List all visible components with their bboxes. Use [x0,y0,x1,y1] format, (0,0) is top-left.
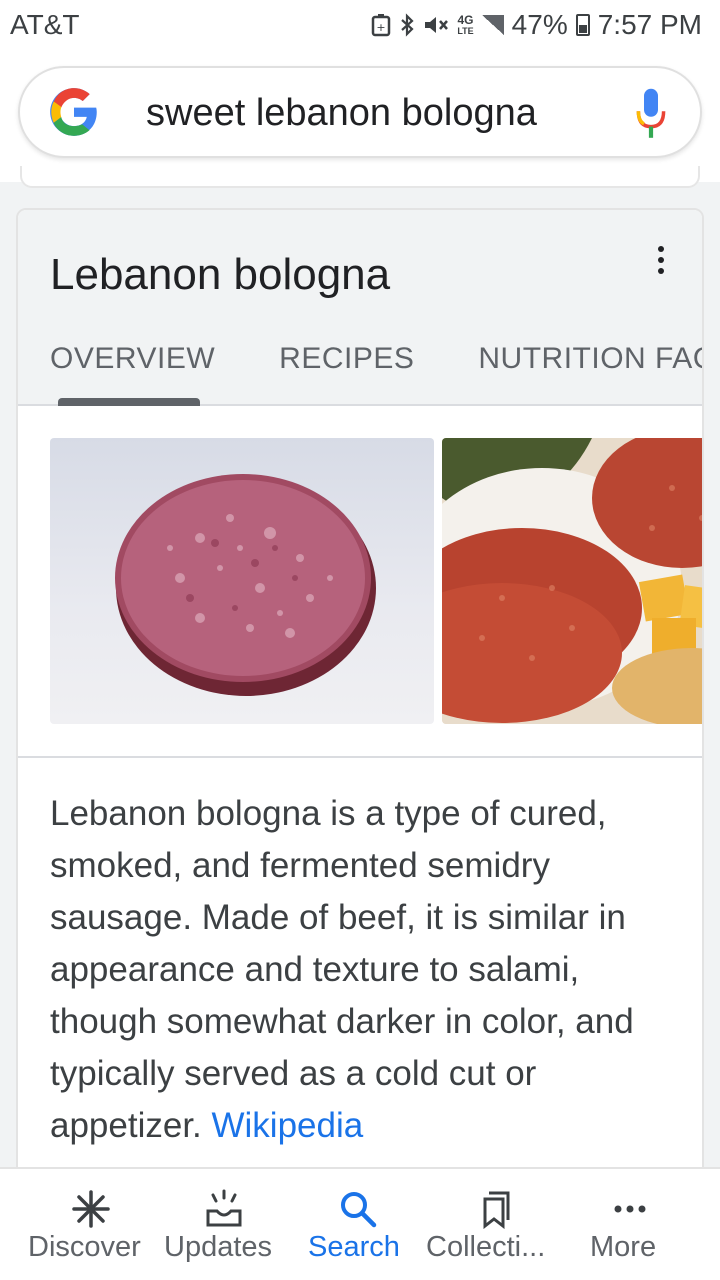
nav-search[interactable]: Search [308,1169,410,1280]
nav-more[interactable]: More [590,1169,670,1280]
mute-icon [423,13,449,37]
bologna-round-image[interactable] [50,438,434,724]
description-text: Lebanon bologna is a type of cured, smok… [50,788,680,1152]
data-saver-icon: + [371,13,391,37]
bookmark-icon [483,1191,510,1229]
nav-search-label: Search [308,1231,400,1263]
knowledge-panel-title: Lebanon bologna [50,250,391,299]
tab-recipes[interactable]: RECIPES [279,342,414,382]
nav-updates-label: Updates [164,1231,273,1263]
search-query-input[interactable]: sweet lebanon bologna [146,92,537,135]
battery-icon [575,14,590,36]
updates-icon [206,1189,242,1227]
asterisk-icon [72,1190,110,1228]
bluetooth-icon [399,13,415,37]
knowledge-panel-header: Lebanon bologna OVERVIEW RECIPES NUTRITI… [18,210,702,406]
knowledge-panel-tabs: OVERVIEW RECIPES NUTRITION FACT [50,342,702,382]
tab-overview[interactable]: OVERVIEW [50,342,215,382]
more-dots-icon [614,1205,646,1213]
nav-discover-label: Discover [28,1231,141,1263]
svg-text:+: + [377,21,386,34]
description-body: Lebanon bologna is a type of cured, smok… [50,794,634,1145]
network-icon: 4G LTE [457,12,474,36]
active-tab-indicator [58,398,200,406]
image-carousel[interactable] [18,408,702,758]
knowledge-panel: Lebanon bologna OVERVIEW RECIPES NUTRITI… [16,208,704,1178]
status-icons: + 4G LTE 47% 7:57 PM [371,9,702,41]
nav-discover[interactable]: Discover [28,1169,154,1280]
carrier-label: AT&T [10,9,80,40]
clock: 7:57 PM [597,9,702,40]
signal-icon [481,15,504,35]
status-bar: AT&T + 4G LTE 47% 7:57 PM [0,0,720,50]
nav-collections-label: Collecti... [426,1231,546,1263]
wikipedia-link[interactable]: Wikipedia [212,1106,364,1145]
google-logo-icon[interactable] [48,86,100,138]
search-header: sweet lebanon bologna [0,50,720,182]
search-box[interactable]: sweet lebanon bologna [18,66,702,158]
previous-card-edge [20,166,700,188]
nav-updates[interactable]: Updates [164,1169,288,1280]
battery-percent: 47% [511,9,568,40]
search-icon [341,1192,377,1228]
nav-more-label: More [590,1231,657,1263]
bottom-navigation: Discover Updates Search Collecti... More [0,1167,720,1280]
microphone-icon[interactable] [634,86,668,142]
tab-nutrition-facts[interactable]: NUTRITION FACT [478,342,702,382]
nav-collections[interactable]: Collecti... [426,1169,566,1280]
bologna-slices-image[interactable] [442,438,702,724]
more-options-icon[interactable] [646,240,676,280]
